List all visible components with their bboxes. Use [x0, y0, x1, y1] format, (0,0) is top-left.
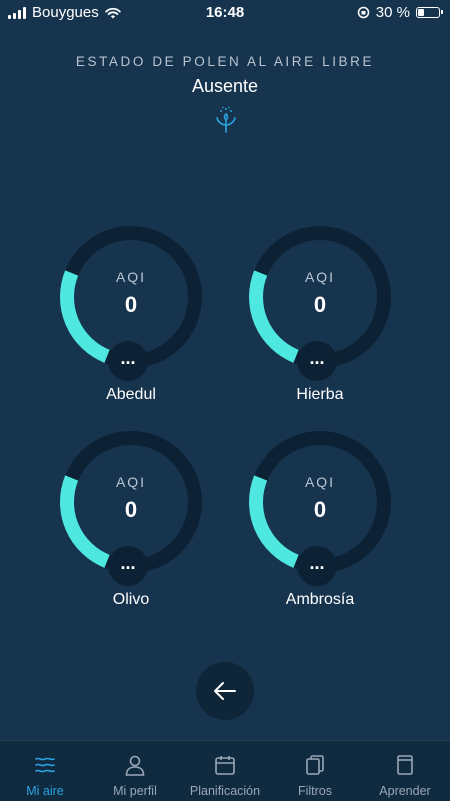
tab-label: Filtros — [297, 784, 333, 798]
aqi-label: AQI — [115, 474, 147, 490]
aqi-value: 0 — [124, 497, 138, 522]
pollen-type-name: Hierba — [296, 386, 344, 403]
more-options-button[interactable]: ... — [297, 341, 337, 381]
gauge-olivo[interactable]: AQI 0 ... Olivo — [56, 427, 206, 617]
aqi-value: 0 — [313, 292, 327, 317]
tab-aprender[interactable]: Aprender — [360, 741, 450, 801]
calendar-icon — [215, 756, 235, 775]
tab-mi-aire[interactable]: Mi aire — [0, 741, 90, 801]
book-icon — [397, 755, 413, 775]
pollen-type-name: Abedul — [106, 386, 156, 403]
more-options-button[interactable]: ... — [108, 546, 148, 586]
back-button[interactable] — [196, 662, 254, 720]
battery-icon — [416, 7, 443, 18]
aqi-label: AQI — [115, 269, 147, 285]
tab-filtros[interactable]: Filtros — [270, 741, 360, 801]
arrow-left-icon — [214, 682, 236, 700]
filters-icon — [306, 755, 324, 775]
more-options-button[interactable]: ... — [297, 546, 337, 586]
rotation-lock-icon — [357, 6, 370, 19]
tab-bar: Mi aire Mi perfil Planificación Filtros — [0, 740, 450, 801]
aqi-value: 0 — [313, 497, 327, 522]
status-bar: Bouygues 16:48 30 % — [0, 0, 450, 24]
tab-label: Planificación — [189, 784, 261, 798]
tab-planificacion[interactable]: Planificación — [180, 741, 270, 801]
outdoor-pollen-heading: ESTADO DE POLEN AL AIRE LIBRE — [75, 54, 375, 69]
gauge-hierba[interactable]: AQI 0 ... Hierba — [245, 222, 395, 412]
battery-percent: 30 % — [375, 4, 410, 21]
tab-label: Mi aire — [26, 784, 64, 798]
signal-icon — [8, 6, 26, 19]
tab-label: Aprender — [379, 784, 431, 798]
aqi-value: 0 — [124, 292, 138, 317]
tab-label: Mi perfil — [113, 784, 157, 798]
carrier-name: Bouygues — [32, 4, 99, 21]
status-left: Bouygues — [8, 4, 121, 21]
waves-icon — [35, 757, 55, 773]
pollen-icon — [216, 106, 236, 133]
pollen-status: Ausente — [191, 76, 259, 96]
wifi-icon — [105, 7, 121, 18]
gauge-abedul[interactable]: AQI 0 ... Abedul — [56, 222, 206, 412]
aqi-label: AQI — [304, 474, 336, 490]
more-options-button[interactable]: ... — [108, 341, 148, 381]
user-icon — [125, 755, 145, 776]
pollen-type-name: Olivo — [112, 591, 150, 608]
gauge-ambrosia[interactable]: AQI 0 ... Ambrosía — [245, 427, 395, 617]
tab-mi-perfil[interactable]: Mi perfil — [90, 741, 180, 801]
status-right: 30 % — [357, 4, 443, 21]
aqi-label: AQI — [304, 269, 336, 285]
pollen-type-name: Ambrosía — [285, 591, 355, 608]
